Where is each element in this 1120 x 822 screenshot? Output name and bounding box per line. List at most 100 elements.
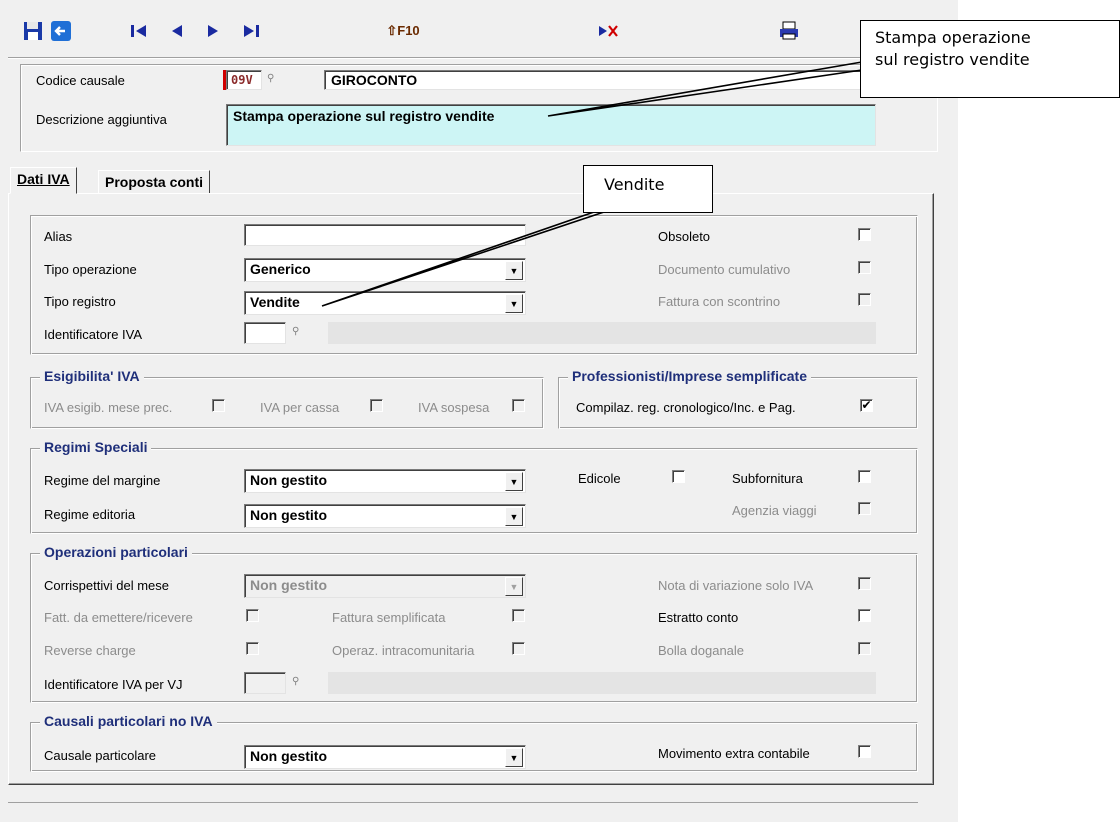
search-binoculars-icon[interactable]: ⚲ — [292, 676, 299, 687]
identificatore-iva-descrizione — [328, 322, 876, 344]
obsoleto-checkbox[interactable] — [858, 228, 871, 241]
save-icon[interactable] — [20, 18, 46, 44]
chevron-down-icon[interactable]: ▼ — [505, 472, 523, 491]
iva-per-cassa-label: IVA per cassa — [260, 400, 340, 415]
professionisti-title: Professionisti/Imprese semplificate — [568, 368, 811, 384]
codice-descrizione-field: GIROCONTO — [324, 70, 876, 90]
status-bar — [8, 802, 918, 822]
fattura-semplificata-checkbox[interactable] — [512, 609, 525, 622]
identificatore-vj-input[interactable] — [244, 672, 286, 694]
iva-per-cassa-checkbox[interactable] — [370, 399, 383, 412]
tab-dati-iva-label: Dati IVA — [17, 171, 70, 187]
descrizione-aggiuntiva-input[interactable]: Stampa operazione sul registro vendite — [226, 104, 876, 146]
fattura-scontrino-label: Fattura con scontrino — [658, 294, 781, 309]
toolbar: ⇧F10 — [8, 8, 958, 56]
delete-icon[interactable] — [596, 18, 622, 44]
compilaz-checkbox[interactable]: ✔ — [860, 399, 873, 412]
causale-particolare-select[interactable]: Non gestito ▼ — [244, 745, 526, 769]
nota-variazione-label: Nota di variazione solo IVA — [658, 578, 814, 593]
alias-input[interactable] — [244, 224, 526, 246]
shift-f10-icon[interactable]: ⇧F10 — [386, 18, 420, 44]
intracomunitaria-label: Operaz. intracomunitaria — [332, 643, 475, 658]
chevron-down-icon[interactable]: ▼ — [505, 294, 523, 313]
fatt-emettere-label: Fatt. da emettere/ricevere — [44, 610, 193, 625]
callout-stampa: Stampa operazione sul registro vendite — [860, 20, 1120, 98]
callout-stampa-line1: Stampa operazione — [875, 28, 1031, 47]
tipo-operazione-select[interactable]: Generico ▼ — [244, 258, 526, 282]
edicole-label: Edicole — [578, 471, 621, 486]
regime-editoria-value: Non gestito — [250, 507, 327, 523]
agenzia-viaggi-label: Agenzia viaggi — [732, 503, 817, 518]
edicole-checkbox[interactable] — [672, 470, 685, 483]
fatt-emettere-checkbox[interactable] — [246, 609, 259, 622]
search-binoculars-icon[interactable]: ⚲ — [292, 326, 299, 337]
first-record-icon[interactable] — [126, 18, 152, 44]
corrispettivi-value: Non gestito — [250, 577, 327, 593]
tipo-operazione-value: Generico — [250, 261, 311, 277]
regime-margine-label: Regime del margine — [44, 473, 161, 488]
bolla-doganale-checkbox[interactable] — [858, 642, 871, 655]
descrizione-aggiuntiva-label: Descrizione aggiuntiva — [36, 112, 167, 127]
exit-icon[interactable] — [48, 18, 74, 44]
identificatore-vj-label: Identificatore IVA per VJ — [44, 677, 183, 692]
regime-margine-value: Non gestito — [250, 472, 327, 488]
chevron-down-icon[interactable]: ▼ — [505, 507, 523, 526]
corrispettivi-select[interactable]: Non gestito ▼ — [244, 574, 526, 598]
last-record-icon[interactable] — [238, 18, 264, 44]
callout-vendite: Vendite — [583, 165, 713, 213]
fattura-scontrino-checkbox[interactable] — [858, 293, 871, 306]
iva-mese-prec-checkbox[interactable] — [212, 399, 225, 412]
subfornitura-checkbox[interactable] — [858, 470, 871, 483]
chevron-down-icon[interactable]: ▼ — [505, 577, 523, 596]
iva-mese-prec-label: IVA esigib. mese prec. — [44, 400, 173, 415]
tab-proposta-conti[interactable]: Proposta conti — [98, 170, 211, 193]
callout-stampa-line2: sul registro vendite — [875, 50, 1030, 69]
tipo-registro-value: Vendite — [250, 294, 300, 310]
intracomunitaria-checkbox[interactable] — [512, 642, 525, 655]
identificatore-iva-label: Identificatore IVA — [44, 327, 143, 342]
esigibilita-title: Esigibilita' IVA — [40, 368, 144, 384]
iva-sospesa-checkbox[interactable] — [512, 399, 525, 412]
documento-cumulativo-label: Documento cumulativo — [658, 262, 791, 277]
causale-particolare-value: Non gestito — [250, 748, 327, 764]
estratto-conto-label: Estratto conto — [658, 610, 739, 625]
causali-title: Causali particolari no IVA — [40, 713, 217, 729]
documento-cumulativo-checkbox[interactable] — [858, 261, 871, 274]
tab-proposta-conti-label: Proposta conti — [105, 174, 204, 190]
alias-label: Alias — [44, 229, 73, 244]
causale-particolare-label: Causale particolare — [44, 748, 157, 763]
tipo-operazione-label: Tipo operazione — [44, 262, 137, 277]
nota-variazione-checkbox[interactable] — [858, 577, 871, 590]
obsoleto-label: Obsoleto — [658, 229, 711, 244]
bolla-doganale-label: Bolla doganale — [658, 643, 745, 658]
callout-vendite-text: Vendite — [604, 175, 665, 194]
chevron-down-icon[interactable]: ▼ — [505, 261, 523, 280]
shift-f10-label: ⇧F10 — [386, 23, 420, 38]
reverse-charge-checkbox[interactable] — [246, 642, 259, 655]
subfornitura-label: Subfornitura — [732, 471, 803, 486]
chevron-down-icon[interactable]: ▼ — [505, 748, 523, 767]
identificatore-iva-input[interactable] — [244, 322, 286, 344]
agenzia-viaggi-checkbox[interactable] — [858, 502, 871, 515]
previous-record-icon[interactable] — [164, 18, 190, 44]
iva-sospesa-label: IVA sospesa — [418, 400, 490, 415]
fattura-semplificata-label: Fattura semplificata — [332, 610, 446, 625]
toolbar-separator — [8, 57, 958, 59]
regime-editoria-label: Regime editoria — [44, 507, 136, 522]
tab-dati-iva[interactable]: Dati IVA — [10, 167, 77, 194]
print-icon[interactable] — [776, 18, 802, 44]
movimento-extra-label: Movimento extra contabile — [658, 746, 810, 761]
tipo-registro-select[interactable]: Vendite ▼ — [244, 291, 526, 315]
codice-causale-label: Codice causale — [36, 73, 125, 88]
tipo-registro-label: Tipo registro — [44, 294, 116, 309]
movimento-extra-checkbox[interactable] — [858, 745, 871, 758]
next-record-icon[interactable] — [200, 18, 226, 44]
reverse-charge-label: Reverse charge — [44, 643, 136, 658]
regimi-title: Regimi Speciali — [40, 439, 152, 455]
search-binoculars-icon[interactable]: ⚲ — [267, 73, 274, 84]
regime-editoria-select[interactable]: Non gestito ▼ — [244, 504, 526, 528]
estratto-conto-checkbox[interactable] — [858, 609, 871, 622]
regime-margine-select[interactable]: Non gestito ▼ — [244, 469, 526, 493]
codice-causale-input[interactable]: 09V — [226, 70, 262, 90]
corrispettivi-label: Corrispettivi del mese — [44, 578, 169, 593]
